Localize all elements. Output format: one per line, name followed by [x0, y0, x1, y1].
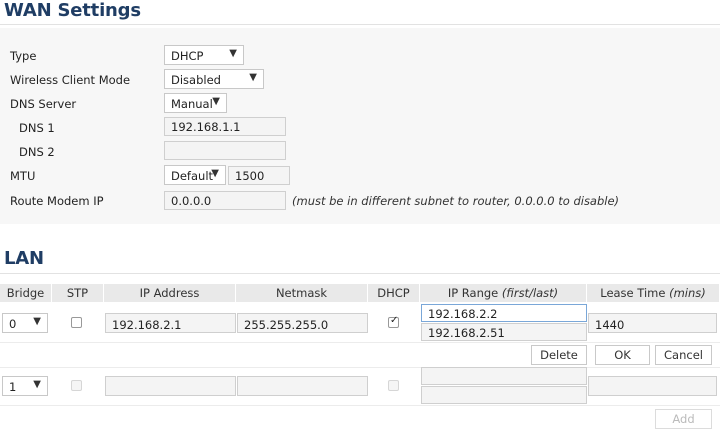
- chevron-down-icon: ▼: [212, 96, 220, 107]
- col-header-lease-time-sub: (mins): [669, 286, 706, 300]
- wireless-client-mode-row: Wireless Client Mode Disabled ▼: [0, 69, 720, 91]
- mtu-input[interactable]: 1500: [228, 166, 290, 185]
- route-modem-ip-hint: (must be in different subnet to router, …: [292, 194, 620, 208]
- chevron-down-icon: ▼: [229, 48, 237, 59]
- dhcp-checkbox[interactable]: [388, 315, 399, 328]
- col-header-bridge: Bridge: [0, 284, 52, 302]
- route-modem-ip-row: Route Modem IP 0.0.0.0 (must be in diffe…: [0, 190, 720, 212]
- add-button[interactable]: Add: [655, 409, 712, 429]
- delete-button[interactable]: Delete: [531, 345, 587, 365]
- dns-server-row: DNS Server Manual ▼: [0, 93, 720, 115]
- type-label: Type: [10, 49, 37, 63]
- col-header-lease-time: Lease Time (mins): [587, 284, 720, 302]
- row-divider: [0, 342, 720, 343]
- dns-server-select[interactable]: Manual ▼: [164, 93, 227, 113]
- dns-server-value: Manual: [171, 97, 213, 111]
- stp-checkbox[interactable]: [71, 317, 82, 328]
- col-header-stp: STP: [52, 284, 104, 302]
- ip-address-input[interactable]: 192.168.2.1: [105, 313, 236, 333]
- lease-time-input[interactable]: 1440: [588, 313, 717, 333]
- wan-section-title: WAN Settings: [4, 0, 141, 21]
- mtu-row: MTU Default ▼ 1500: [0, 165, 720, 187]
- wireless-client-mode-select[interactable]: Disabled ▼: [164, 69, 264, 89]
- ip-range-last-input[interactable]: 192.168.2.51: [421, 323, 587, 341]
- ip-range-first-input[interactable]: 192.168.2.2: [421, 304, 587, 322]
- mtu-mode-select[interactable]: Default ▼: [164, 165, 226, 185]
- type-row: Type DHCP ▼: [0, 45, 720, 67]
- route-modem-ip-input[interactable]: 0.0.0.0: [164, 191, 286, 210]
- new-ip-range-first-input[interactable]: [421, 367, 587, 385]
- chevron-down-icon: ▼: [33, 379, 41, 390]
- col-header-netmask: Netmask: [236, 284, 368, 302]
- type-select-value: DHCP: [171, 49, 204, 63]
- route-modem-ip-label: Route Modem IP: [10, 194, 104, 208]
- type-select[interactable]: DHCP ▼: [164, 45, 244, 65]
- wan-title-divider: [0, 24, 720, 25]
- bridge-select-value: 0: [9, 317, 17, 331]
- col-header-ip-range-sub: (first/last): [501, 286, 559, 300]
- dns2-label: DNS 2: [19, 145, 55, 159]
- lan-section-title: LAN: [4, 248, 44, 269]
- dns2-input[interactable]: [164, 141, 286, 160]
- new-netmask-input[interactable]: [237, 376, 368, 396]
- chevron-down-icon: ▼: [249, 72, 257, 83]
- netmask-input[interactable]: 255.255.255.0: [237, 313, 368, 333]
- new-ip-address-input[interactable]: [105, 376, 236, 396]
- col-header-ip-address: IP Address: [104, 284, 236, 302]
- new-stp-checkbox[interactable]: [71, 380, 82, 391]
- new-bridge-select[interactable]: 1 ▼: [2, 376, 48, 396]
- mtu-mode-value: Default: [171, 169, 214, 183]
- col-header-ip-range: IP Range (first/last): [420, 284, 587, 302]
- cancel-button[interactable]: Cancel: [655, 345, 712, 365]
- dns1-row: DNS 1 192.168.1.1: [0, 117, 720, 139]
- wan-settings-panel: Type DHCP ▼ Wireless Client Mode Disable…: [0, 28, 720, 224]
- wireless-client-mode-label: Wireless Client Mode: [10, 73, 131, 87]
- bridge-select[interactable]: 0 ▼: [2, 313, 48, 333]
- col-header-ip-range-label: IP Range: [447, 286, 499, 300]
- lan-title-divider: [0, 273, 720, 274]
- row-divider: [0, 367, 720, 368]
- row-divider: [0, 405, 720, 406]
- mtu-label: MTU: [10, 169, 36, 183]
- new-bridge-select-value: 1: [9, 380, 17, 394]
- chevron-down-icon: ▼: [33, 316, 41, 327]
- col-header-lease-time-label: Lease Time: [600, 286, 666, 300]
- col-header-dhcp: DHCP: [368, 284, 420, 302]
- new-ip-range-last-input[interactable]: [421, 386, 587, 404]
- dns2-row: DNS 2: [0, 141, 720, 163]
- chevron-down-icon: ▼: [211, 168, 219, 179]
- ok-button[interactable]: OK: [595, 345, 650, 365]
- new-lease-time-input[interactable]: [588, 376, 717, 396]
- new-dhcp-checkbox[interactable]: [388, 380, 399, 391]
- wireless-client-mode-value: Disabled: [171, 73, 221, 87]
- dns1-input[interactable]: 192.168.1.1: [164, 117, 286, 136]
- dns-server-label: DNS Server: [10, 97, 77, 111]
- dns1-label: DNS 1: [19, 121, 55, 135]
